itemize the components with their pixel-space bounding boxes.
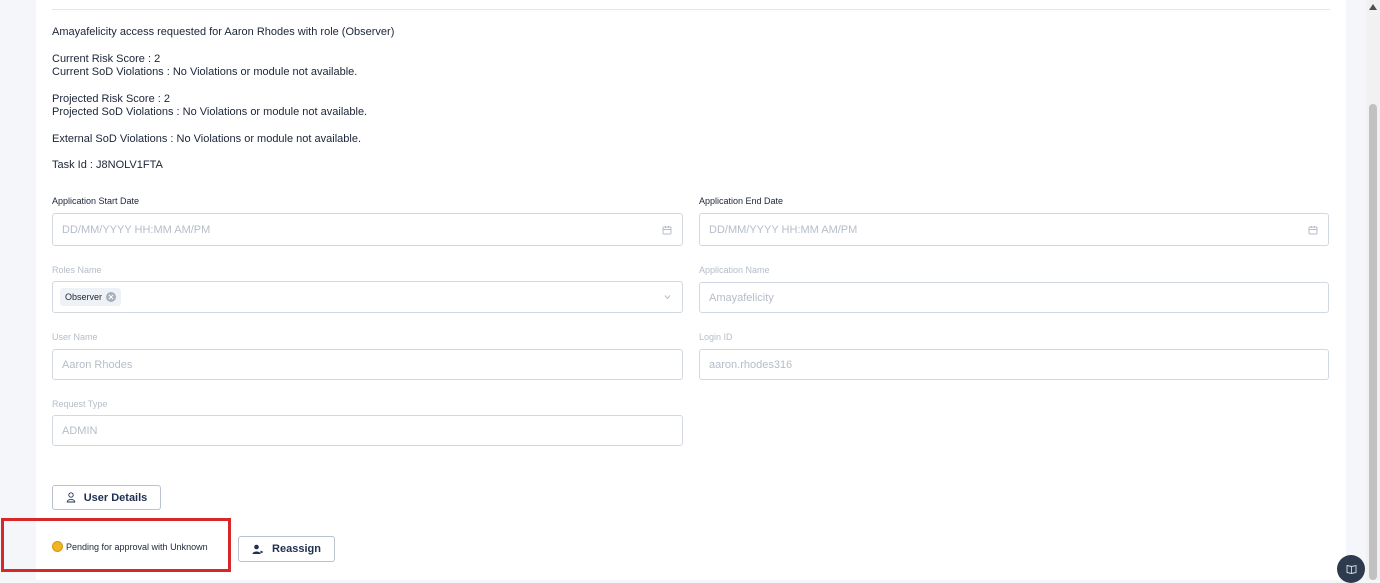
vertical-scrollbar[interactable] xyxy=(1366,0,1380,580)
role-chip-label: Observer xyxy=(65,292,103,302)
close-icon[interactable] xyxy=(106,292,117,302)
start-date-label: Application Start Date xyxy=(52,196,140,206)
scroll-up-arrow-icon[interactable] xyxy=(1369,4,1377,10)
request-type-input[interactable]: ADMIN xyxy=(52,415,683,446)
application-name-label: Application Name xyxy=(699,265,770,275)
application-name-input[interactable]: Amayafelicity xyxy=(699,282,1329,313)
task-id: Task Id : J8NOLV1FTA xyxy=(52,159,163,171)
user-details-label: User Details xyxy=(83,491,148,504)
request-summary: Amayafelicity access requested for Aaron… xyxy=(52,26,395,38)
end-date-label: Application End Date xyxy=(699,196,784,206)
user-arrow-icon xyxy=(252,544,264,554)
application-name-value: Amayafelicity xyxy=(709,291,774,304)
divider xyxy=(52,9,1330,10)
calendar-icon[interactable] xyxy=(1308,225,1318,235)
current-sod-violations: Current SoD Violations : No Violations o… xyxy=(52,66,358,78)
reassign-label: Reassign xyxy=(272,543,321,555)
user-name-value: Aaron Rhodes xyxy=(62,358,133,371)
chevron-down-icon[interactable] xyxy=(663,293,672,302)
end-date-input[interactable]: DD/MM/YYYY HH:MM AM/PM xyxy=(699,213,1329,246)
role-chip: Observer xyxy=(60,288,122,306)
calendar-icon[interactable] xyxy=(662,225,672,235)
user-icon xyxy=(66,492,75,503)
projected-sod-violations: Projected SoD Violations : No Violations… xyxy=(52,106,368,118)
end-date-placeholder: DD/MM/YYYY HH:MM AM/PM xyxy=(709,223,858,236)
user-details-button[interactable]: User Details xyxy=(52,485,161,510)
book-icon xyxy=(1346,564,1356,574)
login-id-value: aaron.rhodes316 xyxy=(709,358,793,371)
login-id-label: Login ID xyxy=(699,332,733,342)
request-type-value: ADMIN xyxy=(62,424,98,437)
request-type-label: Request Type xyxy=(52,399,108,409)
current-risk-score: Current Risk Score : 2 xyxy=(52,53,161,65)
help-button[interactable] xyxy=(1337,555,1365,583)
login-id-input[interactable]: aaron.rhodes316 xyxy=(699,349,1329,380)
projected-risk-score: Projected Risk Score : 2 xyxy=(52,93,170,105)
scrollbar-thumb[interactable] xyxy=(1369,104,1377,580)
external-sod-violations: External SoD Violations : No Violations … xyxy=(52,133,361,145)
reassign-button[interactable]: Reassign xyxy=(238,536,335,562)
start-date-placeholder: DD/MM/YYYY HH:MM AM/PM xyxy=(62,223,211,236)
roles-name-label: Roles Name xyxy=(52,265,102,275)
user-name-label: User Name xyxy=(52,332,98,342)
start-date-input[interactable]: DD/MM/YYYY HH:MM AM/PM xyxy=(52,213,683,246)
page: Amayafelicity access requested for Aaron… xyxy=(0,0,1366,580)
highlight-box xyxy=(1,518,231,572)
roles-select[interactable]: Observer xyxy=(52,281,683,313)
user-name-input[interactable]: Aaron Rhodes xyxy=(52,349,683,380)
